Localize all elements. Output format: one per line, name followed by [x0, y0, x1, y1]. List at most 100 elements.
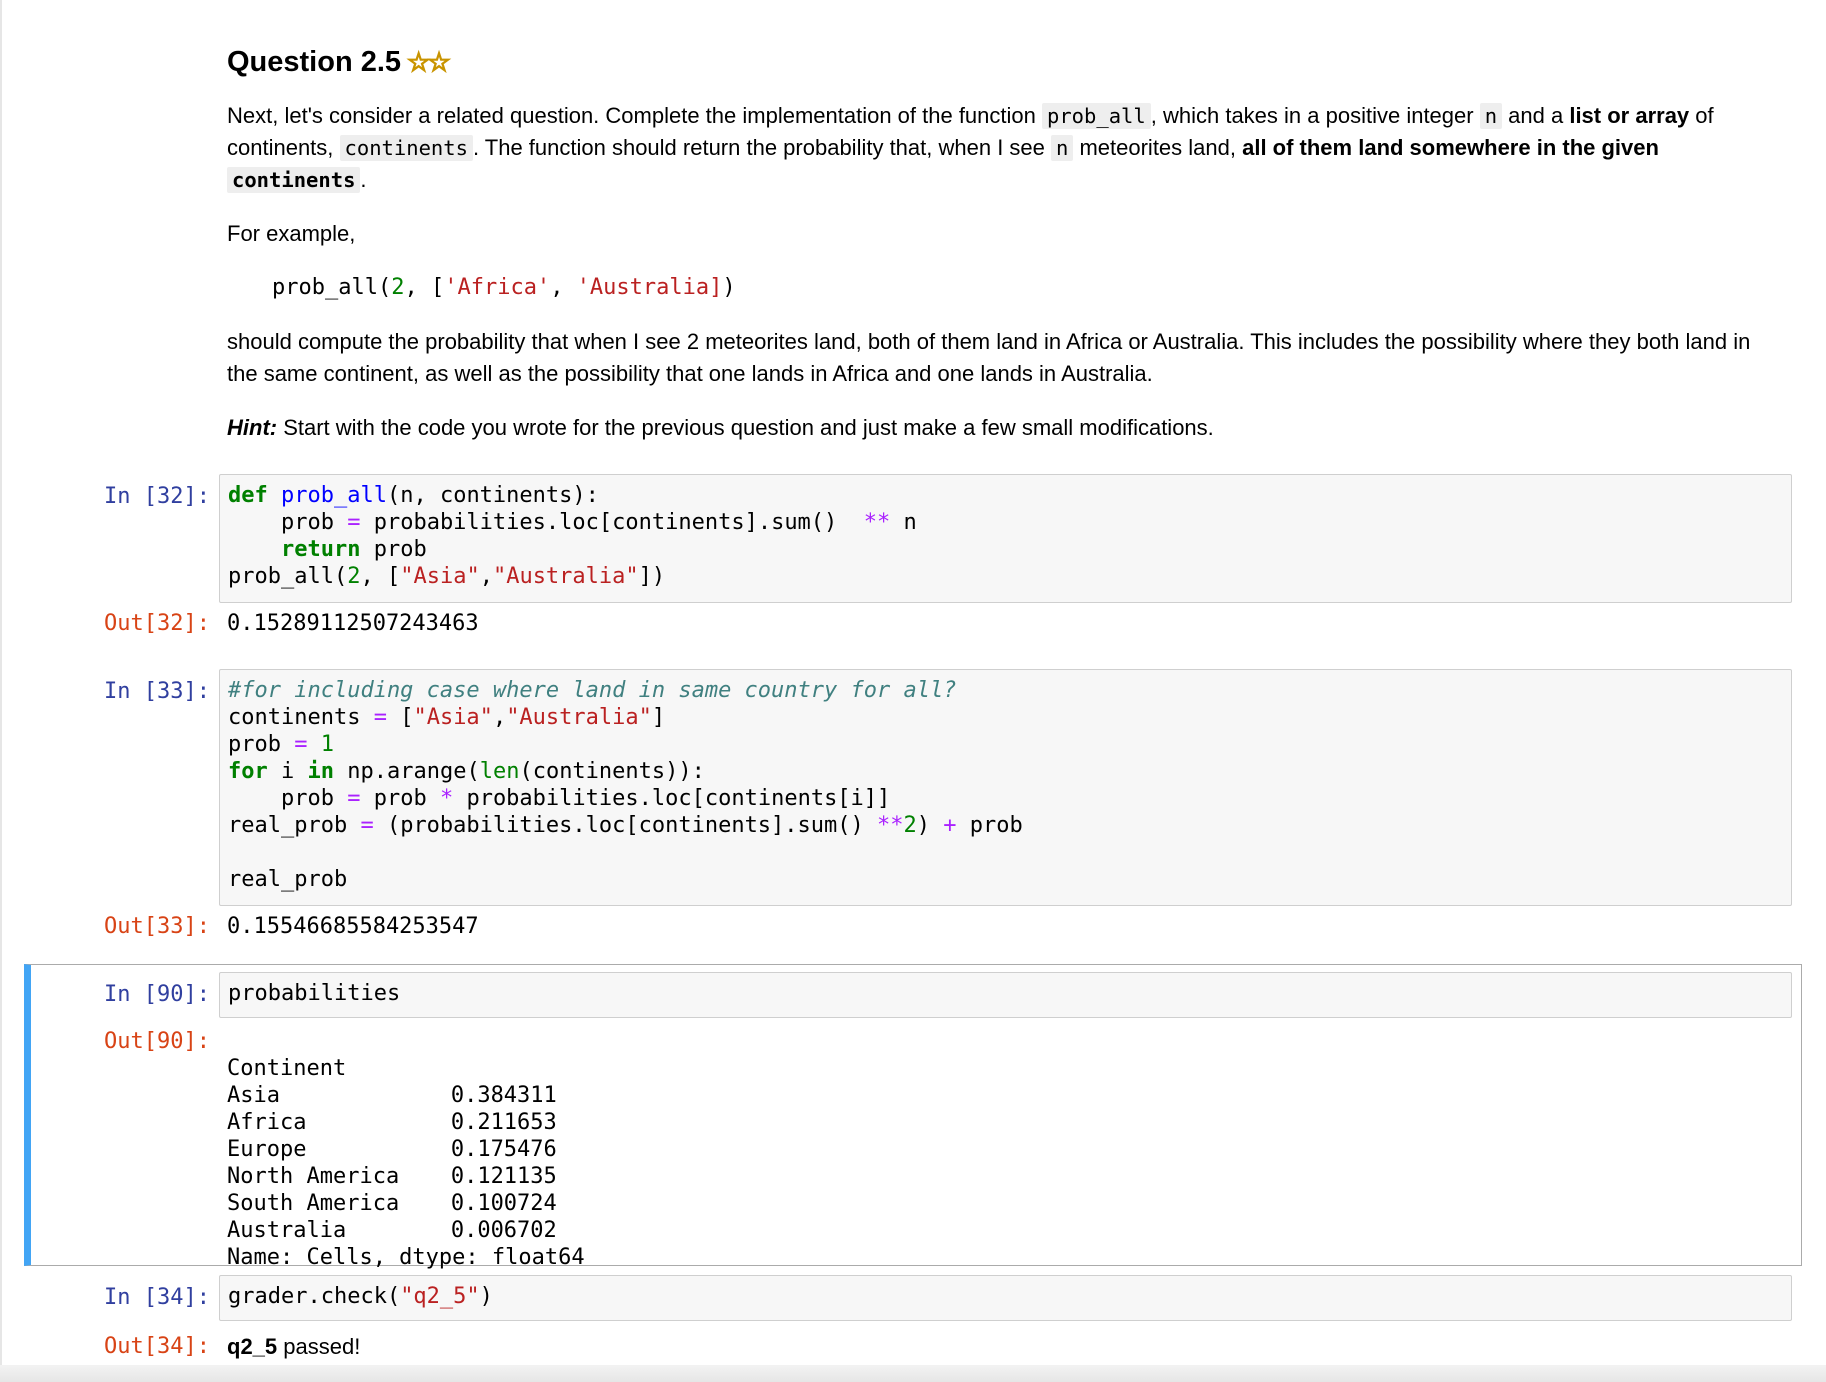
code-token: ** [863, 510, 891, 535]
series-header: Continent [227, 1056, 347, 1081]
code-token: grader.check( [228, 1284, 401, 1309]
out-prompt: Out[33]: [104, 914, 210, 939]
text: and a [1502, 103, 1570, 128]
code-token: def [228, 483, 268, 508]
code-token: prob [360, 786, 440, 811]
output-cell-34: q2_5 passed! [227, 1333, 360, 1360]
series-row-value: 0.175476 [450, 1137, 557, 1162]
code-token: prob [228, 786, 348, 811]
code-token: ** [877, 813, 904, 838]
code-token: continents [228, 705, 374, 730]
code-input-cell-33[interactable]: #for including case where land in same c… [219, 669, 1792, 906]
code-token: ) [916, 813, 944, 838]
code-token: probabilities.loc[continents[i]] [453, 786, 891, 811]
series-row: Australia 0.006702 [227, 1217, 585, 1244]
inline-code: continents [339, 135, 473, 161]
code-token: + [943, 813, 957, 838]
code-line: for i in np.arange(len(continents)): [228, 758, 1783, 785]
code-token: = [347, 786, 361, 811]
code-token: probabilities.loc[continents].sum() [360, 510, 864, 535]
inline-code: n [1051, 135, 1074, 161]
code-token: (probabilities.loc[continents].sum() [373, 813, 878, 838]
code-token: "q2_5" [400, 1284, 480, 1309]
code-token: "Australia" [492, 564, 639, 589]
code-token: return [280, 537, 361, 562]
code-input-cell-34[interactable]: grader.check("q2_5") [219, 1275, 1792, 1321]
series-rows: Asia 0.384311 Africa 0.211653 Europe 0.175476… [227, 1082, 585, 1244]
code-token: real_prob [228, 813, 361, 838]
in-prompt: In [90]: [104, 982, 210, 1007]
code-token: ) [479, 1284, 493, 1309]
paragraph-description: Next, let's consider a related question.… [227, 100, 1787, 196]
code-token: = [360, 813, 374, 838]
code-token: ] [651, 705, 666, 730]
code-token: prob [228, 732, 295, 757]
code-token: , [550, 275, 577, 300]
inline-code: prob_all [1042, 103, 1151, 129]
markdown-cell[interactable]: Question 2.5 ☆☆ Next, let's consider a re… [227, 42, 1787, 444]
code-line: prob = 1 [228, 731, 1783, 758]
text: meteorites land, [1073, 135, 1243, 160]
code-token: , [479, 564, 493, 589]
text: . [360, 167, 367, 192]
code-token: prob [956, 813, 1023, 838]
series-row-label: Africa [227, 1110, 307, 1135]
code-token: , [492, 705, 507, 730]
code-token: "Asia" [400, 564, 480, 589]
series-row: Africa 0.211653 [227, 1109, 585, 1136]
text: , which takes in a positive integer [1150, 103, 1480, 128]
out-prompt: Out[34]: [104, 1334, 210, 1359]
paragraph-explanation: should compute the probability that when… [227, 329, 1751, 386]
code-token: (n, continents): [386, 483, 599, 508]
series-row-value: 0.006702 [450, 1218, 557, 1243]
code-token: = [373, 705, 387, 730]
series-row-label: Asia [227, 1083, 280, 1108]
code-line: real_prob [228, 867, 348, 892]
bold-text: list or array [1569, 103, 1690, 128]
output-cell-33: 0.15546685584253547 [227, 914, 479, 939]
output-cell-32: 0.15289112507243463 [227, 611, 479, 636]
test-status: passed! [277, 1334, 361, 1359]
code-token: np.arange( [334, 759, 480, 784]
text: Next, let's consider a related question.… [227, 103, 1042, 128]
example-code-block: prob_all(2, ['Africa', 'Australia]) [272, 272, 1787, 304]
code-input-cell-90[interactable]: probabilities [219, 972, 1792, 1018]
paragraph-example-intro: For example, [227, 221, 356, 246]
series-row-label: Australia [227, 1218, 347, 1243]
series-row-label: Europe [227, 1137, 307, 1162]
code-token: prob [360, 537, 427, 562]
code-token: prob_all [281, 483, 387, 508]
question-title: Question 2.5 [227, 46, 402, 78]
out-prompt: Out[90]: [104, 1029, 210, 1054]
series-row: South America 0.100724 [227, 1190, 585, 1217]
code-token: = [347, 510, 361, 535]
series-row-value: 0.211653 [450, 1110, 557, 1135]
in-prompt: In [32]: [104, 484, 210, 509]
code-token: prob [228, 510, 348, 535]
code-token: n [890, 510, 917, 535]
in-prompt: In [34]: [104, 1285, 210, 1310]
code-token: ) [722, 275, 736, 300]
star-icon: ☆☆ [407, 47, 451, 78]
code-token: 1 [320, 732, 334, 757]
code-token: 2 [391, 275, 405, 300]
hint-text: Start with the code you wrote for the pr… [277, 415, 1214, 440]
series-row-label: North America [227, 1164, 400, 1189]
code-token: 'Australia] [576, 275, 723, 300]
series-row-value: 0.384311 [450, 1083, 557, 1108]
code-token: , [ [404, 275, 445, 300]
bottom-scroll-edge [0, 1365, 1826, 1382]
code-token: prob_all( [228, 564, 348, 589]
bold-text: all of them land somewhere in the given [1242, 135, 1659, 160]
code-input-cell-32[interactable]: def prob_all(n, continents): prob = prob… [219, 474, 1792, 603]
code-token: "Australia" [506, 705, 652, 730]
series-footer: Name: Cells, dtype: float64 [227, 1245, 585, 1270]
out-prompt: Out[32]: [104, 611, 210, 636]
series-row-value: 0.121135 [450, 1164, 557, 1189]
series-row-value: 0.100724 [450, 1191, 557, 1216]
code-line: prob_all(2, ["Asia","Australia"]) [228, 563, 1783, 590]
code-line: def prob_all(n, continents): [228, 482, 1783, 509]
code-token: 2 [347, 564, 361, 589]
code-comment: #for including case where land in same c… [228, 678, 957, 703]
